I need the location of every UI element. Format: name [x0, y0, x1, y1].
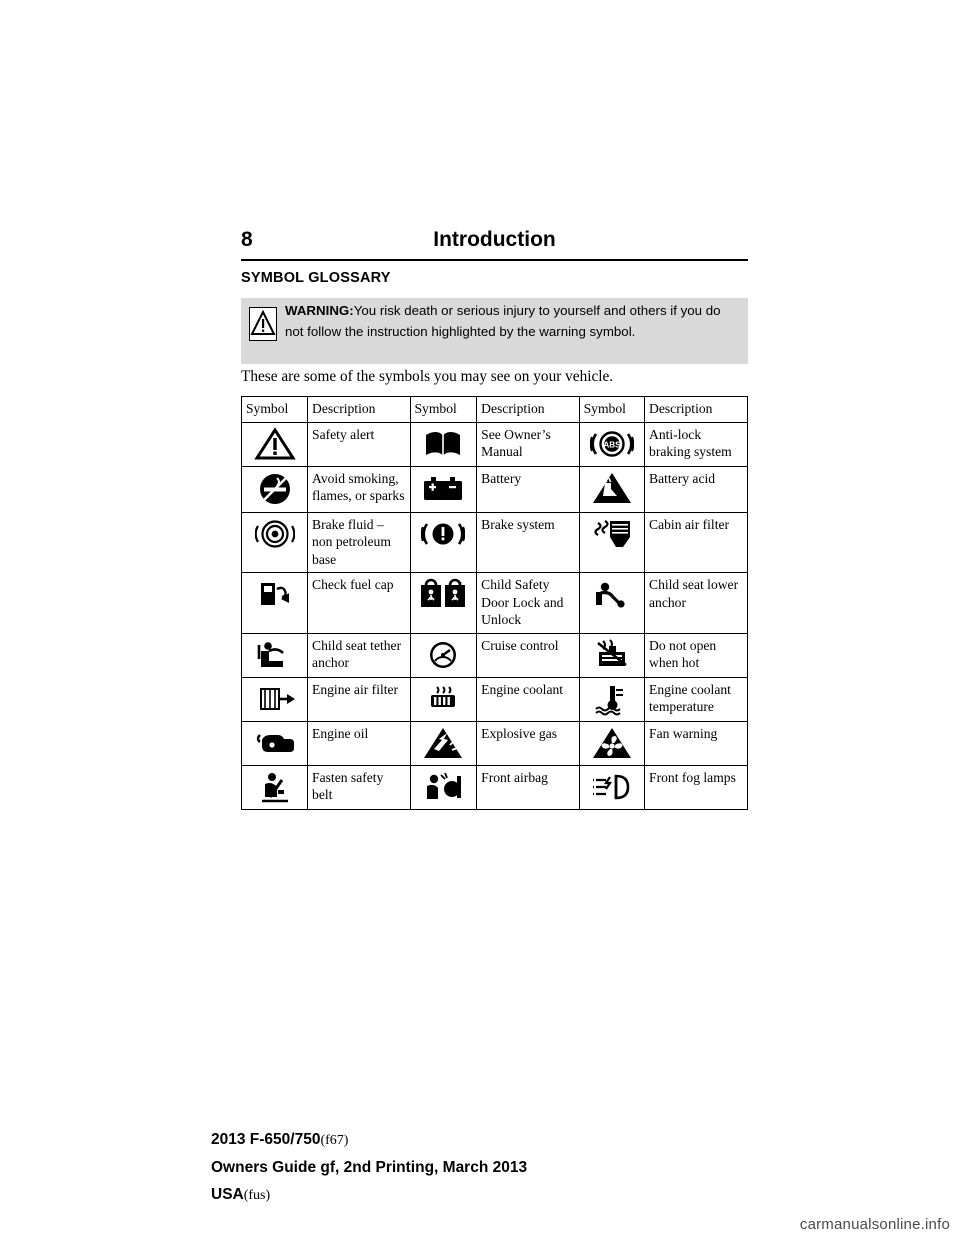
- column-header-description-1: Description: [307, 396, 411, 423]
- document-footer: 2013 F-650/750(f67) Owners Guide gf, 2nd…: [211, 1126, 527, 1209]
- anti-lock-braking-icon: ABS: [578, 421, 646, 467]
- table-row: Brake fluid – non petroleum base Brake s…: [240, 511, 748, 573]
- intro-text: These are some of the symbols you may se…: [241, 368, 614, 385]
- symbol-description: Engine air filter: [307, 676, 411, 722]
- symbol-description: Check fuel cap: [307, 572, 411, 634]
- symbol-glossary-table: Symbol Description Symbol Description Sy…: [240, 396, 748, 810]
- symbol-description: Brake fluid – non petroleum base: [307, 511, 411, 573]
- footer-line-1: 2013 F-650/750(f67): [211, 1126, 527, 1154]
- explosive-gas-icon: [409, 720, 478, 766]
- table-row: Safety alert See Owner’s Manual ABS Anti…: [240, 421, 748, 467]
- table-row: Child seat tether anchor Cruise control: [240, 632, 748, 678]
- front-fog-lamps-icon: [578, 764, 646, 810]
- symbol-description: Cruise control: [476, 632, 580, 678]
- symbol-description: See Owner’s Manual: [476, 421, 580, 467]
- symbol-description: Safety alert: [307, 421, 411, 467]
- table-row: Engine air filter Engine coolant Engine …: [240, 676, 748, 722]
- column-header-description-2: Description: [476, 396, 580, 423]
- symbol-description: Fan warning: [644, 720, 748, 766]
- symbol-description: Engine coolant temperature: [644, 676, 748, 722]
- check-fuel-cap-icon: [240, 572, 309, 634]
- engine-air-filter-icon: [240, 676, 309, 722]
- table-row: Engine oil Explosive gas Fan warning: [240, 720, 748, 766]
- column-header-symbol-2: Symbol: [409, 396, 478, 423]
- child-safety-door-lock-icon: [409, 572, 478, 634]
- page-title: Introduction: [433, 228, 556, 251]
- safety-alert-icon: [240, 421, 309, 467]
- symbol-description: Battery: [476, 465, 580, 513]
- cabin-air-filter-icon: [578, 511, 646, 573]
- no-smoking-icon: [240, 465, 309, 513]
- do-not-open-when-hot-icon: [578, 632, 646, 678]
- footer-market: USA: [211, 1186, 244, 1203]
- fasten-safety-belt-icon: [240, 764, 309, 810]
- fan-warning-icon: [578, 720, 646, 766]
- symbol-description: Engine coolant: [476, 676, 580, 722]
- footer-code-fus: (fus): [243, 1188, 271, 1203]
- symbol-description: Child Safety Door Lock and Unlock: [476, 572, 580, 634]
- warning-box: WARNING:You risk death or serious injury…: [241, 298, 748, 364]
- manual-page: 8 Introduction SYMBOL GLOSSARY WARNING:Y…: [0, 0, 960, 1242]
- warning-text: WARNING:You risk death or serious injury…: [285, 301, 741, 342]
- cruise-control-icon: [409, 632, 478, 678]
- symbol-description: Front fog lamps: [644, 764, 748, 810]
- column-header-symbol-3: Symbol: [578, 396, 646, 423]
- svg-text:ABS: ABS: [603, 440, 621, 449]
- footer-code-f67: (f67): [320, 1133, 349, 1148]
- battery-icon: [409, 465, 478, 513]
- brake-fluid-icon: [240, 511, 309, 573]
- child-seat-tether-anchor-icon: [240, 632, 309, 678]
- column-header-symbol-1: Symbol: [240, 396, 309, 423]
- footer-line-3: USA(fus): [211, 1181, 527, 1209]
- page-header: 8 Introduction: [241, 228, 748, 260]
- table-row: Check fuel cap Child Safety Door Lock an…: [240, 572, 748, 634]
- brake-system-icon: [409, 511, 478, 573]
- front-airbag-icon: [409, 764, 478, 810]
- battery-acid-icon: [578, 465, 646, 513]
- site-watermark: carmanualsonline.info: [799, 1216, 950, 1233]
- symbol-description: Brake system: [476, 511, 580, 573]
- symbol-description: Front airbag: [476, 764, 580, 810]
- section-title: SYMBOL GLOSSARY: [241, 270, 391, 286]
- warning-label: WARNING:: [285, 303, 354, 318]
- engine-coolant-temperature-icon: [578, 676, 646, 722]
- column-header-description-3: Description: [644, 396, 748, 423]
- symbol-description: Fasten safety belt: [307, 764, 411, 810]
- header-divider: [241, 259, 748, 261]
- symbol-description: Battery acid: [644, 465, 748, 513]
- engine-oil-icon: [240, 720, 309, 766]
- symbol-description: Explosive gas: [476, 720, 580, 766]
- footer-line-2: Owners Guide gf, 2nd Printing, March 201…: [211, 1159, 528, 1176]
- warning-triangle-icon: [249, 307, 277, 341]
- symbol-description: Anti-lock braking system: [644, 421, 748, 467]
- symbol-description: Engine oil: [307, 720, 411, 766]
- footer-model: 2013 F-650/750: [211, 1131, 321, 1148]
- symbol-description: Avoid smoking, flames, or sparks: [307, 465, 411, 513]
- child-seat-lower-anchor-icon: [578, 572, 646, 634]
- symbol-description: Cabin air filter: [644, 511, 748, 573]
- table-header-row: Symbol Description Symbol Description Sy…: [240, 396, 748, 423]
- symbol-description: Child seat tether anchor: [307, 632, 411, 678]
- symbol-description: Do not open when hot: [644, 632, 748, 678]
- owners-manual-icon: [409, 421, 478, 467]
- engine-coolant-icon: [409, 676, 478, 722]
- table-row: Fasten safety belt Front airbag Front fo…: [240, 764, 748, 810]
- table-row: Avoid smoking, flames, or sparks Battery…: [240, 465, 748, 513]
- symbol-description: Child seat lower anchor: [644, 572, 748, 634]
